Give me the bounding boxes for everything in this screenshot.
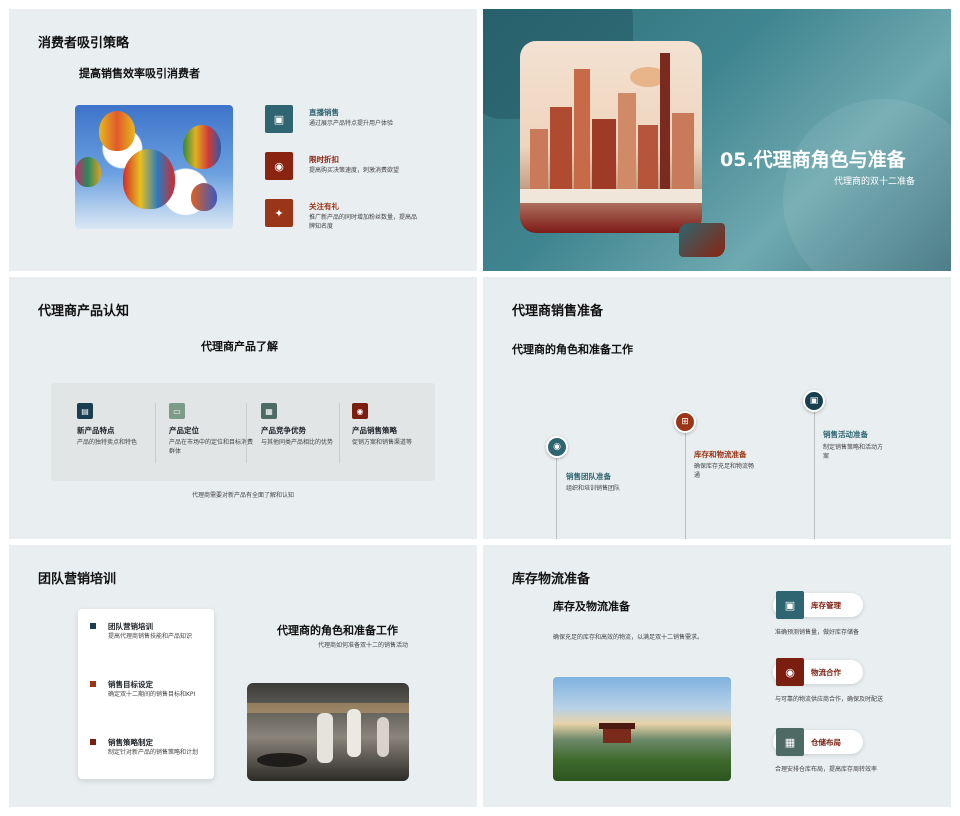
column-label: 新产品特点 (77, 426, 115, 435)
slide-product-knowledge[interactable]: 代理商产品认知 代理商产品了解 ▤ 新产品特点 产品的独特卖点和特色 ▭ 产品定… (9, 277, 477, 539)
briefcase-icon: ▤ (77, 403, 93, 419)
gift-icon: ✦ (265, 199, 293, 227)
slide-subtitle: 代理商产品了解 (201, 340, 278, 353)
step-desc: 组织和培训销售团队 (566, 485, 621, 492)
item-desc: 与可靠的物流供应商合作，确保及时配送 (775, 696, 884, 703)
column-label: 产品销售策略 (352, 426, 397, 435)
slide-title: 消费者吸引策略 (38, 36, 130, 51)
kitchen-photo (247, 683, 409, 781)
target-icon: ◉ (265, 152, 293, 180)
slide-title: 代理商产品认知 (38, 304, 130, 319)
section-title: 05.代理商角色与准备 (720, 149, 906, 171)
item-label: 销售策略制定 (108, 738, 153, 747)
step-label: 销售团队准备 (566, 472, 611, 481)
document-icon: ▦ (261, 403, 277, 419)
step-desc: 确保库存充足和物流畅通 (694, 463, 755, 479)
slide-desc: 确保充足的库存和高效的物流，以满足双十二销售需求。 (553, 634, 704, 641)
item-desc: 准确预测销售量，做好库存储备 (775, 629, 860, 636)
slide-title: 团队营销培训 (38, 572, 117, 587)
column-desc: 产品在市场中的定位和目标消费群体 (169, 439, 254, 455)
slide-sales-preparation[interactable]: 代理商销售准备 代理商的角色和准备工作 ◉ 销售团队准备 组织和培训销售团队 ⊞… (483, 277, 951, 539)
slide-section-title[interactable]: 05.代理商角色与准备 代理商的双十二准备 (483, 9, 951, 271)
section-desc: 代理商如何准备双十二的销售活动 (318, 642, 409, 649)
pill-label: 库存管理 (811, 601, 841, 610)
item-label: 限时折扣 (309, 155, 339, 164)
city-illustration-image (520, 41, 702, 233)
item-desc: 确定双十二期间的销售目标和KPI (108, 691, 196, 698)
image-icon: ▣ (265, 105, 293, 133)
pill-label: 物流合作 (811, 668, 841, 677)
step-label: 销售活动准备 (823, 430, 868, 439)
target-icon: ◉ (546, 436, 568, 458)
slide-team-training[interactable]: 团队营销培训 团队营销培训 提高代理商销售技能和产品知识 销售目标设定 确定双十… (9, 545, 477, 807)
product-column: ◉ 产品销售策略 促销方案和销售渠道等 (352, 403, 440, 447)
image-icon: ▣ (803, 390, 825, 412)
item-label: 销售目标设定 (108, 680, 153, 689)
column-label: 产品定位 (169, 426, 199, 435)
target-icon: ◉ (776, 658, 804, 686)
network-icon: ⊞ (674, 411, 696, 433)
slide-title: 代理商销售准备 (512, 304, 604, 319)
product-column: ▭ 产品定位 产品在市场中的定位和目标消费群体 (169, 403, 257, 456)
item-desc: 提高购买决策速度，刺激消费欲望 (309, 167, 400, 174)
column-label: 产品竞争优势 (261, 426, 306, 435)
landscape-photo (553, 677, 731, 781)
item-label: 直播销售 (309, 108, 339, 117)
item-desc: 制定针对新产品的销售策略和计划 (108, 749, 199, 756)
item-label: 关注有礼 (309, 202, 339, 211)
product-panel: ▤ 新产品特点 产品的独特卖点和特色 ▭ 产品定位 产品在市场中的定位和目标消费… (51, 383, 435, 481)
image-icon: ▣ (776, 591, 804, 619)
slide-consumer-strategy[interactable]: 消费者吸引策略 提高销售效率吸引消费者 ▣ 直播销售 通过展示产品特点提升用户体… (9, 9, 477, 271)
item-desc: 合理安排仓库布局，提高库存周转效率 (775, 766, 878, 773)
column-desc: 产品的独特卖点和特色 (77, 439, 138, 446)
slide-footer: 代理商需要对新产品有全面了解和认知 (192, 492, 295, 499)
target-icon: ◉ (352, 403, 368, 419)
column-desc: 促销方案和销售渠道等 (352, 439, 413, 446)
product-column: ▤ 新产品特点 产品的独特卖点和特色 (77, 403, 165, 447)
document-icon: ▦ (776, 728, 804, 756)
pill-label: 仓储布局 (811, 738, 841, 747)
slide-subtitle: 代理商的角色和准备工作 (512, 343, 633, 356)
item-desc: 通过展示产品特点提升用户体验 (309, 120, 394, 127)
section-subtitle: 代理商的双十二准备 (834, 177, 916, 187)
product-column: ▦ 产品竞争优势 与其他同类产品相比的优势 (261, 403, 349, 447)
training-card: 团队营销培训 提高代理商销售技能和产品知识 销售目标设定 确定双十二期间的销售目… (78, 609, 214, 779)
slide-subtitle: 提高销售效率吸引消费者 (79, 67, 200, 80)
item-desc: 推广新产品的同时增加粉丝数量，提高品牌知名度 (309, 214, 418, 230)
slide-subtitle: 库存及物流准备 (553, 600, 630, 613)
step-label: 库存和物流准备 (694, 450, 747, 459)
item-desc: 提高代理商销售技能和产品知识 (108, 633, 193, 640)
step-desc: 制定销售策略和活动方案 (823, 444, 884, 460)
column-desc: 与其他同类产品相比的优势 (261, 439, 334, 446)
hot-air-balloons-image (75, 105, 233, 229)
card-icon: ▭ (169, 403, 185, 419)
slide-title: 库存物流准备 (512, 572, 591, 587)
item-label: 团队营销培训 (108, 622, 153, 631)
section-heading: 代理商的角色和准备工作 (277, 624, 398, 637)
decor-accent (679, 223, 725, 257)
slide-inventory-logistics[interactable]: 库存物流准备 库存及物流准备 确保充足的库存和高效的物流，以满足双十二销售需求。… (483, 545, 951, 807)
